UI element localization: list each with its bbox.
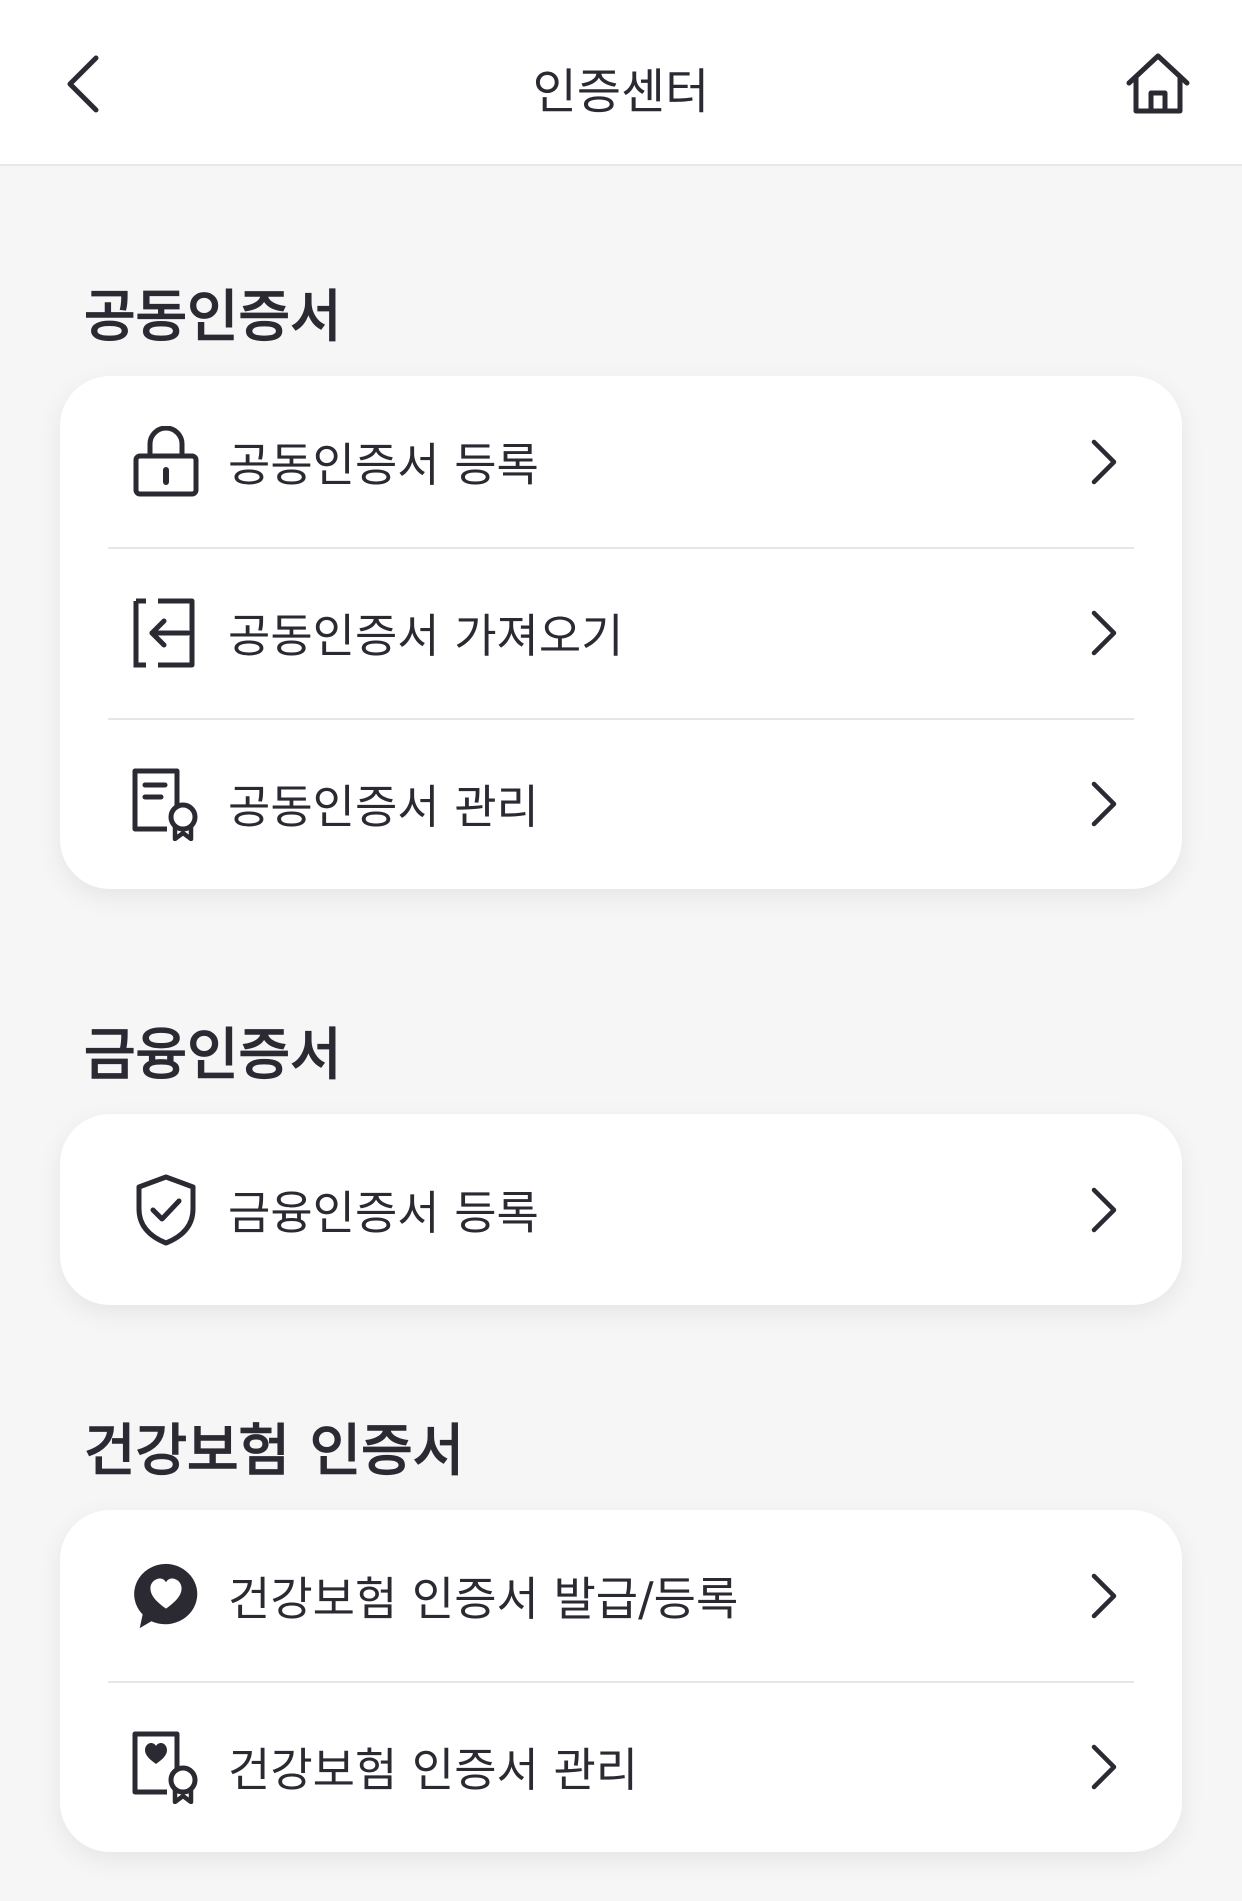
import-icon <box>130 597 202 669</box>
top-app-bar: 인증센터 <box>0 0 1242 166</box>
health-insurance-issue-register-item[interactable]: 건강보험 인증서 발급/등록 <box>60 1510 1182 1681</box>
health-insurance-manage-item[interactable]: 건강보험 인증서 관리 <box>60 1681 1182 1852</box>
heart-certificate-icon <box>130 1731 202 1804</box>
chevron-right-icon <box>1086 1570 1122 1622</box>
item-label: 공동인증서 관리 <box>228 779 539 834</box>
chevron-right-icon <box>1086 1741 1122 1793</box>
chevron-right-icon <box>1086 607 1122 659</box>
heart-bubble-icon <box>130 1560 202 1632</box>
financial-certificate-register-item[interactable]: 금융인증서 등록 <box>60 1114 1182 1305</box>
health-insurance-certificate-card: 건강보험 인증서 발급/등록 건강보험 인증서 관리 <box>60 1510 1182 1852</box>
item-label: 공동인증서 등록 <box>228 437 539 492</box>
shield-check-icon <box>130 1174 202 1246</box>
joint-certificate-register-item[interactable]: 공동인증서 등록 <box>60 376 1182 547</box>
item-label: 금융인증서 등록 <box>228 1185 539 1240</box>
home-icon <box>1126 53 1190 114</box>
joint-certificate-manage-item[interactable]: 공동인증서 관리 <box>60 718 1182 889</box>
joint-certificate-card: 공동인증서 등록 공동인증서 가져오기 공동인증서 관리 <box>60 376 1182 889</box>
home-button[interactable] <box>1118 44 1198 124</box>
certificate-icon <box>130 768 202 841</box>
page-title: 인증센터 <box>532 64 710 120</box>
item-label: 건강보험 인증서 관리 <box>228 1742 639 1797</box>
chevron-right-icon <box>1086 778 1122 830</box>
section-title-joint-certificate: 공동인증서 <box>84 285 342 350</box>
chevron-right-icon <box>1086 436 1122 488</box>
section-title-financial-certificate: 금융인증서 <box>84 1023 342 1088</box>
chevron-right-icon <box>1086 1184 1122 1236</box>
lock-icon <box>130 425 202 498</box>
financial-certificate-card: 금융인증서 등록 <box>60 1114 1182 1305</box>
item-label: 건강보험 인증서 발급/등록 <box>228 1571 739 1626</box>
item-label: 공동인증서 가져오기 <box>228 608 624 663</box>
section-title-health-insurance-certificate: 건강보험 인증서 <box>84 1419 465 1484</box>
joint-certificate-import-item[interactable]: 공동인증서 가져오기 <box>60 547 1182 718</box>
